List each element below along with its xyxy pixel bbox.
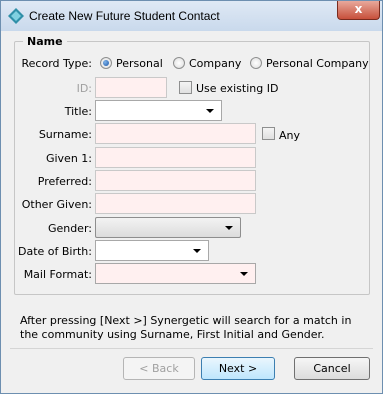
given1-label: Given 1:: [45, 152, 92, 165]
use-existing-id-label[interactable]: Use existing ID: [196, 82, 278, 95]
close-button[interactable]: x: [337, 1, 380, 20]
radio-company-label[interactable]: Company: [189, 57, 241, 70]
button-separator: [10, 348, 373, 349]
record-type-label: Record Type:: [21, 57, 92, 70]
given1-input[interactable]: [95, 147, 256, 168]
next-button[interactable]: Next >: [201, 357, 275, 380]
mail-format-dropdown[interactable]: [95, 263, 256, 284]
dialog-window: Create New Future Student Contact x Name…: [0, 0, 383, 394]
chevron-down-icon: [240, 272, 248, 276]
chevron-down-icon: [206, 109, 214, 113]
radio-personal[interactable]: [100, 57, 112, 69]
title-bar[interactable]: Create New Future Student Contact x: [1, 1, 382, 31]
back-button[interactable]: < Back: [123, 357, 195, 380]
radio-personal-company[interactable]: [250, 57, 262, 69]
window-title: Create New Future Student Contact: [29, 9, 220, 23]
title-label: Title:: [64, 105, 92, 118]
any-label[interactable]: Any: [279, 129, 300, 142]
gender-dropdown[interactable]: [95, 217, 241, 238]
any-checkbox[interactable]: [262, 127, 275, 140]
name-group-legend: Name: [23, 35, 67, 48]
id-input[interactable]: [95, 77, 167, 98]
radio-personal-company-label[interactable]: Personal Company: [266, 57, 369, 70]
radio-company[interactable]: [173, 57, 185, 69]
use-existing-id-checkbox[interactable]: [179, 81, 192, 94]
title-dropdown[interactable]: [95, 100, 222, 121]
surname-label: Surname:: [38, 128, 92, 141]
other-given-input[interactable]: [95, 193, 256, 214]
radio-personal-label[interactable]: Personal: [116, 57, 163, 70]
id-label: ID:: [76, 82, 92, 95]
other-given-label: Other Given:: [21, 198, 92, 211]
dob-label: Date of Birth:: [17, 245, 92, 258]
info-message: After pressing [Next >] Synergetic will …: [20, 314, 352, 341]
app-diamond-icon: [8, 8, 24, 24]
gender-label: Gender:: [47, 222, 92, 235]
preferred-input[interactable]: [95, 170, 256, 191]
surname-input[interactable]: [95, 123, 256, 144]
cancel-button[interactable]: Cancel: [294, 357, 370, 380]
chevron-down-icon: [193, 249, 201, 253]
chevron-down-icon: [225, 226, 233, 230]
dob-picker[interactable]: [95, 240, 209, 261]
mail-format-label: Mail Format:: [23, 268, 92, 281]
preferred-label: Preferred:: [37, 175, 92, 188]
